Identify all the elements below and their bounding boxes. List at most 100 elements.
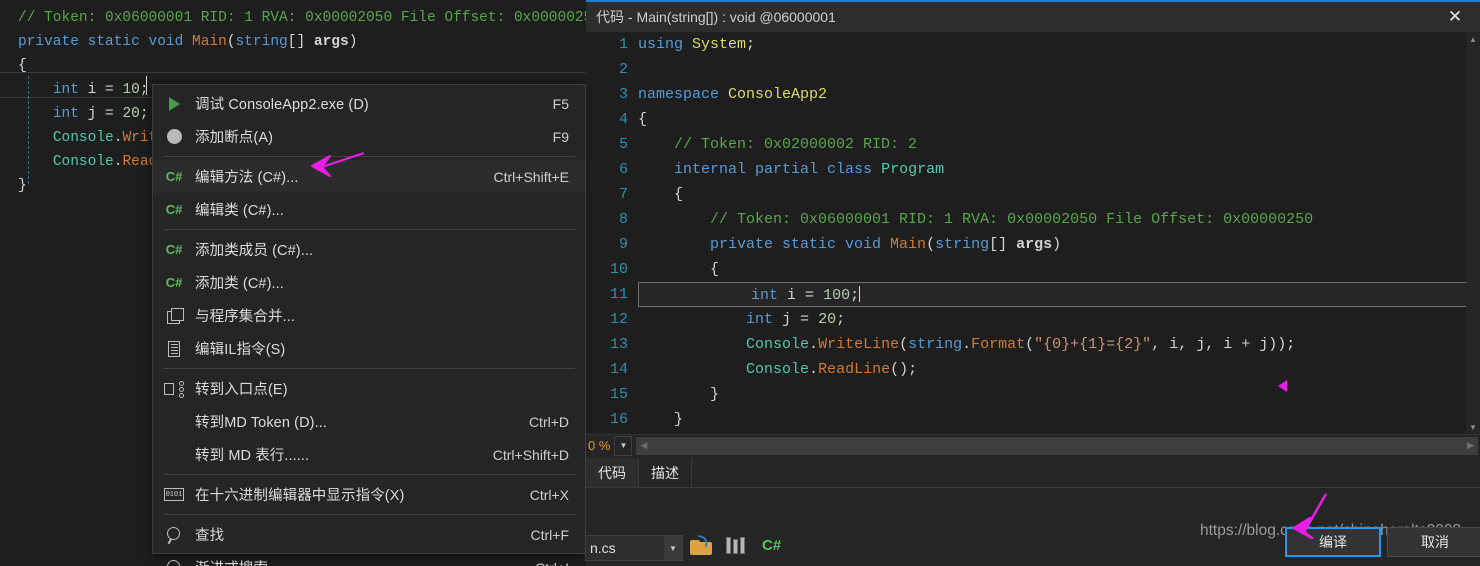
code-token: .: [809, 336, 819, 353]
editor-line[interactable]: 1 using System;: [586, 32, 1480, 57]
editor-line[interactable]: 11 int i = 100;: [586, 282, 1480, 307]
menu-item-11[interactable]: 转到 MD 表行...... Ctrl+Shift+D: [153, 438, 585, 471]
hscroll-right-icon[interactable]: ▶: [1467, 440, 1474, 451]
menu-item-9[interactable]: 转到入口点(E): [153, 372, 585, 405]
scroll-up-icon[interactable]: ▲: [1466, 32, 1480, 46]
tab-2[interactable]: 描述: [639, 458, 692, 487]
dialog-bottom-panel: n.cs ▼ C# https://blog.csdn.net/chinaher…: [585, 489, 1480, 566]
menu-item-4[interactable]: C# 编辑类 (C#)...: [153, 193, 585, 226]
menu-item-14[interactable]: 渐进式搜索Ctrl+I: [153, 551, 585, 566]
code-token: {: [710, 261, 720, 278]
menu-item-label: 在十六进制编辑器中显示指令(X): [195, 488, 405, 504]
menu-separator: [163, 514, 575, 515]
code-token: ;: [746, 36, 756, 53]
menu-item-12[interactable]: 0101 在十六进制编辑器中显示指令(X) Ctrl+X: [153, 478, 585, 511]
play-icon: [153, 87, 195, 120]
line-number: 6: [618, 161, 628, 178]
tab-label: 代码: [598, 464, 626, 481]
menu-item-3[interactable]: C# 编辑方法 (C#)... Ctrl+Shift+E: [153, 160, 585, 193]
csharp-icon: C#: [165, 202, 183, 217]
editor-context-menu[interactable]: 调试 ConsoleApp2.exe (D) F5 添加断点(A) F9 C# 编辑方法 …: [152, 84, 586, 566]
screen-root: // Token: 0x06000001 RID: 1 RVA: 0x00002…: [0, 0, 1480, 566]
editor-line[interactable]: 12 int j = 20;: [586, 307, 1480, 332]
menu-item-label: 渐进式搜索: [195, 557, 535, 566]
editor-line[interactable]: 3 namespace ConsoleApp2: [586, 82, 1480, 107]
editor-line-text: private static void Main(string[] args): [638, 236, 1061, 253]
close-icon[interactable]: ✕: [1434, 2, 1476, 32]
assemblies-icon[interactable]: [726, 537, 745, 554]
code-token: ): [348, 34, 358, 50]
menu-item-7[interactable]: 与程序集合并...: [153, 299, 585, 332]
editor-line[interactable]: 7 {: [586, 182, 1480, 207]
menu-item-13[interactable]: 查找 Ctrl+F: [153, 518, 585, 551]
editor-line[interactable]: 4{: [586, 107, 1480, 132]
menu-separator: [163, 229, 575, 230]
chevron-down-icon[interactable]: ▼: [664, 536, 682, 560]
csharp-icon: C#: [165, 242, 183, 257]
menu-item-8[interactable]: 编辑IL指令(S): [153, 332, 585, 365]
csharp-language-icon[interactable]: C#: [762, 537, 781, 554]
code-token: private static void: [710, 236, 891, 253]
menu-item-5[interactable]: C# 添加类成员 (C#)...: [153, 233, 585, 266]
editor-line[interactable]: 14 Console.ReadLine();: [586, 357, 1480, 382]
tab-1[interactable]: 代码: [586, 458, 639, 487]
menu-item-label: 转到MD Token (D)...: [195, 415, 327, 431]
menu-item-10[interactable]: 转到MD Token (D)... Ctrl+D: [153, 405, 585, 438]
menu-item-shortcut: Ctrl+D: [528, 413, 569, 430]
editor-line[interactable]: 16 }: [586, 407, 1480, 432]
editor-line[interactable]: 6 internal partial class Program: [586, 157, 1480, 182]
menu-item-label: 转到入口点(E): [195, 382, 288, 398]
dialog-title-bar[interactable]: 代码 - Main(string[]) : void @06000001 ✕: [586, 2, 1480, 32]
compile-button[interactable]: 编译: [1285, 527, 1381, 557]
code-token: {: [638, 111, 648, 128]
code-token: ConsoleApp2: [728, 86, 828, 103]
edit-il-icon: [153, 332, 195, 365]
editor-line[interactable]: 5 // Token: 0x02000002 RID: 2: [586, 132, 1480, 157]
background-code-line: private static void Main(string[] args): [0, 30, 616, 54]
code-token: Main: [890, 236, 927, 253]
menu-item-shortcut: Ctrl+I: [535, 560, 573, 566]
menu-item-2[interactable]: 添加断点(A) F9: [153, 120, 585, 153]
menu-item-no-icon: [153, 405, 195, 438]
editor-line-text: Console.ReadLine();: [638, 361, 917, 378]
editor-line[interactable]: 10 {: [586, 257, 1480, 282]
code-token: i =: [78, 82, 123, 98]
editor-line[interactable]: 9 private static void Main(string[] args…: [586, 232, 1480, 257]
line-number: 9: [618, 236, 628, 253]
code-token: // Token: 0x06000001 RID: 1 RVA: 0x00002…: [710, 211, 1314, 228]
file-select[interactable]: n.cs ▼: [585, 535, 683, 561]
editor-horizontal-scrollbar[interactable]: ◀ ▶: [636, 436, 1478, 455]
menu-item-label: 调试 ConsoleApp2.exe (D): [195, 97, 369, 113]
cancel-button[interactable]: 取消: [1387, 527, 1480, 557]
code-token: Main: [192, 34, 227, 50]
open-folder-icon[interactable]: [690, 534, 712, 555]
zoom-dropdown-icon[interactable]: ▼: [614, 435, 633, 456]
line-number: 16: [609, 411, 628, 428]
code-token: (: [926, 236, 936, 253]
code-token: {: [18, 58, 27, 74]
code-token: (: [1025, 336, 1035, 353]
code-token: ();: [890, 361, 918, 378]
code-token: Console: [52, 130, 114, 146]
editor-line-text: internal partial class Program: [638, 161, 944, 178]
menu-item-1[interactable]: 调试 ConsoleApp2.exe (D) F5: [153, 87, 585, 120]
dialog-tab-strip[interactable]: 代码 描述: [586, 458, 1480, 488]
editor-line[interactable]: 8 // Token: 0x06000001 RID: 1 RVA: 0x000…: [586, 207, 1480, 232]
editor-vertical-scrollbar[interactable]: ▲ ▼: [1466, 32, 1480, 434]
editor-line[interactable]: 15 }: [586, 382, 1480, 407]
code-editor[interactable]: 1 using System; 2 3 namespace ConsoleApp2 4{5…: [586, 32, 1480, 434]
code-token: (: [226, 34, 236, 50]
code-token: args: [313, 34, 349, 50]
code-token: args: [1016, 236, 1053, 253]
editor-line[interactable]: 13 Console.WriteLine(string.Format("{0}+…: [586, 332, 1480, 357]
scroll-down-icon[interactable]: ▼: [1466, 420, 1480, 434]
hscroll-left-icon[interactable]: ◀: [640, 440, 647, 451]
editor-line[interactable]: 2: [586, 57, 1480, 82]
menu-item-6[interactable]: C# 添加类 (C#)...: [153, 266, 585, 299]
editable-line-box[interactable]: int i = 100;: [638, 282, 1468, 307]
code-token: (: [899, 336, 909, 353]
